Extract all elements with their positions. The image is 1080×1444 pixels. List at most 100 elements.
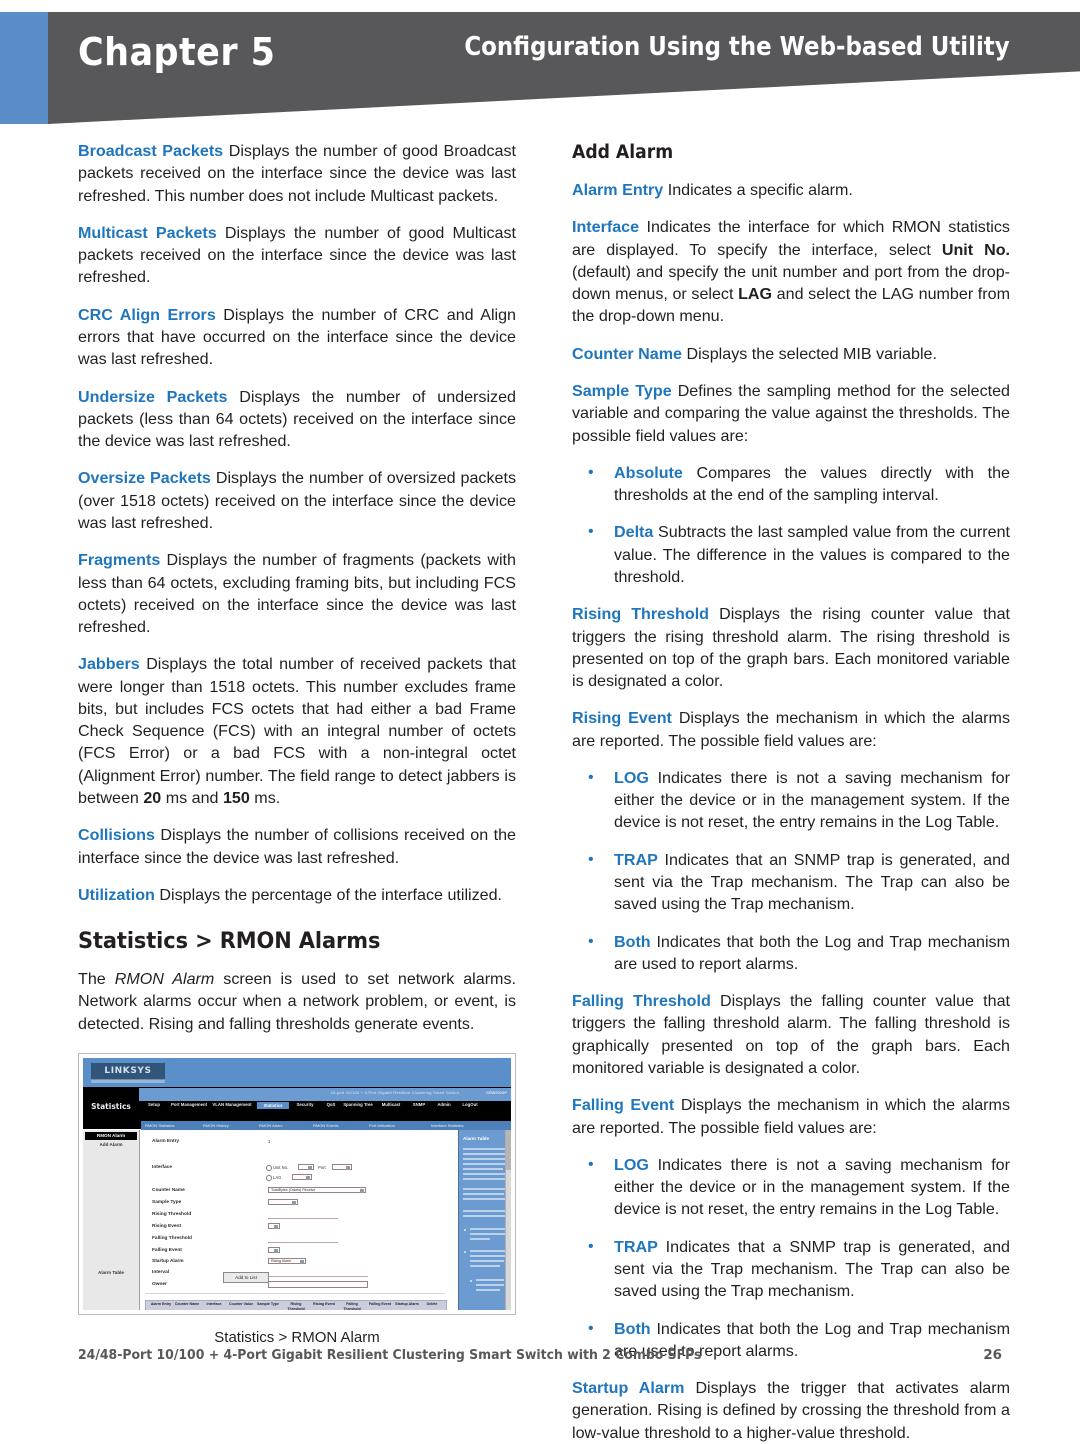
ui-help-line bbox=[476, 1279, 504, 1282]
term-label: Alarm Entry bbox=[572, 181, 664, 199]
page-footer: 24/48-Port 10/100 + 4-Port Gigabit Resil… bbox=[78, 1348, 1002, 1363]
ui-help-bullet-icon bbox=[470, 1280, 472, 1282]
paragraph-undersize-packets: Undersize Packets Displays the number of… bbox=[78, 386, 516, 453]
ui-help-line bbox=[476, 1284, 504, 1287]
term-label: Counter Name bbox=[572, 344, 682, 363]
ui-input-falling-threshold[interactable] bbox=[268, 1242, 338, 1243]
ui-label-falling-event: Falling Event bbox=[152, 1248, 182, 1253]
ui-select-falling-event[interactable] bbox=[268, 1247, 280, 1253]
ui-sidebar-item-add-alarm[interactable]: Add Alarm bbox=[85, 1142, 137, 1147]
bullet-list-rising-event: • LOG Indicates there is not a saving mec… bbox=[572, 767, 1010, 975]
ui-help-bullet-icon bbox=[464, 1229, 466, 1231]
ui-sidebar-title: RMON Alarm bbox=[85, 1132, 137, 1140]
ui-th-interface: Interface bbox=[206, 1302, 222, 1306]
ui-select-unit[interactable] bbox=[298, 1164, 314, 1170]
ui-radio-unit-no[interactable] bbox=[266, 1165, 272, 1171]
list-item-text: Indicates there is not a saving mechanis… bbox=[614, 768, 1010, 832]
header-accent-stripe bbox=[0, 12, 48, 124]
ui-th-rising-threshold: Rising Threshold bbox=[287, 1302, 305, 1310]
ui-label-owner: Owner bbox=[152, 1282, 167, 1287]
ui-tab-admin[interactable]: Admin bbox=[433, 1102, 455, 1107]
figure-caption: Statistics > RMON Alarm bbox=[214, 1329, 380, 1346]
ui-subnav-rmon-history[interactable]: RMON History bbox=[203, 1123, 229, 1128]
ui-input-owner[interactable] bbox=[268, 1281, 368, 1288]
ui-subnav-interface-statistics[interactable]: Interface Statistics bbox=[431, 1123, 464, 1128]
ui-tab-port-management[interactable]: Port Management bbox=[169, 1102, 209, 1107]
ui-tab-security[interactable]: Security bbox=[291, 1102, 319, 1107]
ui-subnav-rmon-alarm[interactable]: RMON Alarm bbox=[259, 1123, 283, 1128]
ui-label-alarm-entry: Alarm Entry bbox=[152, 1139, 180, 1144]
list-item: • Both Indicates that both the Log and Tr… bbox=[572, 931, 1010, 976]
paragraph-startup-alarm: Startup Alarm Displays the trigger that … bbox=[572, 1377, 1010, 1444]
ui-tab-snmp[interactable]: SNMP bbox=[408, 1102, 430, 1107]
ui-help-bullet-icon bbox=[464, 1251, 466, 1253]
ui-sidebar-item-alarm-table[interactable]: Alarm Table bbox=[85, 1270, 137, 1275]
paragraph-crc-align-errors: CRC Align Errors Displays the number of … bbox=[78, 304, 516, 371]
ui-subnav-port-utilization[interactable]: Port Utilization bbox=[369, 1123, 395, 1128]
term-label: Interface bbox=[572, 218, 640, 237]
ui-select-sample-type[interactable] bbox=[268, 1199, 298, 1205]
list-item: • TRAP Indicates that an SNMP trap is gen… bbox=[572, 849, 1010, 916]
term-label: Multicast Packets bbox=[78, 223, 217, 242]
paragraph-multicast-packets: Multicast Packets Displays the number of… bbox=[78, 222, 516, 289]
ui-select-lag[interactable] bbox=[292, 1174, 312, 1180]
ui-radio-lag[interactable] bbox=[266, 1175, 272, 1181]
ui-th-delete: Delete bbox=[426, 1302, 438, 1306]
paragraph-oversize-packets: Oversize Packets Displays the number of … bbox=[78, 467, 516, 534]
ui-help-title: Alarm Table bbox=[463, 1136, 489, 1141]
ui-th-counter-value: Counter Value bbox=[228, 1302, 254, 1306]
ui-label-port: Port bbox=[318, 1165, 326, 1170]
ui-tab-logout[interactable]: LogOut bbox=[458, 1102, 482, 1107]
ui-tab-spanning-tree[interactable]: Spanning Tree bbox=[342, 1102, 374, 1107]
list-item: • LOG Indicates there is not a saving mec… bbox=[572, 767, 1010, 834]
ui-select-rising-event[interactable] bbox=[268, 1223, 280, 1229]
ui-help-line bbox=[463, 1210, 505, 1213]
ui-help-line bbox=[470, 1260, 504, 1263]
ui-tab-vlan-management[interactable]: VLAN Management bbox=[211, 1102, 253, 1107]
list-item-text: Indicates that both the Log and Trap mec… bbox=[614, 932, 1010, 973]
ui-th-counter-name: Counter Name bbox=[174, 1302, 200, 1306]
paragraph-rmon-intro: The RMON Alarm screen is used to set net… bbox=[78, 968, 516, 1035]
ui-tab-setup[interactable]: Setup bbox=[141, 1102, 167, 1107]
ui-model-name: SRW2024P bbox=[486, 1090, 507, 1095]
term-label: LOG bbox=[614, 1155, 649, 1174]
bullet-list-sample-type: • Absolute Compares the values directly w… bbox=[572, 462, 1010, 588]
ui-subnav-rmon-statistics[interactable]: RMON Statistics bbox=[145, 1123, 174, 1128]
ui-label-lag: LAG bbox=[273, 1175, 282, 1180]
ui-scrollbar[interactable] bbox=[505, 1130, 511, 1310]
subheading-add-alarm: Add Alarm bbox=[572, 142, 674, 163]
ui-tab-multicast[interactable]: Multicast bbox=[377, 1102, 405, 1107]
inline-italic-term: RMON Alarm bbox=[114, 970, 215, 989]
ui-th-alarm-entry: Alarm Entry bbox=[150, 1302, 172, 1306]
paragraph-rising-threshold: Rising Threshold Displays the rising cou… bbox=[572, 603, 1010, 692]
ui-th-startup-alarm: Startup Alarm bbox=[395, 1302, 419, 1306]
ui-value-startup-alarm: Rising Alarm bbox=[271, 1259, 292, 1263]
ui-th-sample-type: Sample Type bbox=[257, 1302, 279, 1306]
list-item-text: Indicates that an SNMP trap is generated… bbox=[614, 850, 1010, 914]
paragraph-falling-event: Falling Event Displays the mechanism in … bbox=[572, 1094, 1010, 1139]
paragraph-alarm-entry: Alarm Entry Indicates a specific alarm. bbox=[572, 179, 1010, 201]
paragraph-interface: Interface Indicates the interface for wh… bbox=[572, 216, 1010, 327]
inline-bold-value: 20 bbox=[143, 789, 162, 808]
ui-tab-qos[interactable]: QoS bbox=[323, 1102, 339, 1107]
term-label: Oversize Packets bbox=[78, 469, 211, 488]
ui-help-line bbox=[463, 1163, 508, 1166]
bullet-icon: • bbox=[588, 523, 594, 541]
bullet-icon: • bbox=[588, 1237, 594, 1255]
inline-bold-value: Unit No. bbox=[941, 240, 1010, 259]
ui-subnav-rmon-events[interactable]: RMON Events bbox=[313, 1123, 339, 1128]
ui-select-port[interactable] bbox=[332, 1164, 352, 1170]
term-label: Both bbox=[614, 932, 651, 951]
ui-add-alarm-form: Alarm Entry 1 Interface Unit No. Port LA… bbox=[140, 1130, 457, 1310]
ui-input-rising-threshold[interactable] bbox=[268, 1218, 338, 1219]
ui-scrollbar-thumb[interactable] bbox=[506, 1130, 511, 1170]
section-title: Configuration Using the Web-based Utilit… bbox=[464, 32, 1010, 62]
ui-add-to-list-button[interactable]: Add to List bbox=[223, 1272, 269, 1283]
paragraph-jabbers: Jabbers Displays the total number of rec… bbox=[78, 653, 516, 809]
term-label: Undersize Packets bbox=[78, 387, 228, 406]
ui-label-counter-name: Counter Name bbox=[152, 1188, 185, 1193]
ui-input-interval[interactable] bbox=[268, 1276, 368, 1277]
ui-help-line bbox=[463, 1153, 508, 1156]
ui-tab-statistics[interactable]: Statistics bbox=[257, 1102, 289, 1109]
section-heading-rmon-alarms: Statistics > RMON Alarms bbox=[78, 928, 381, 955]
